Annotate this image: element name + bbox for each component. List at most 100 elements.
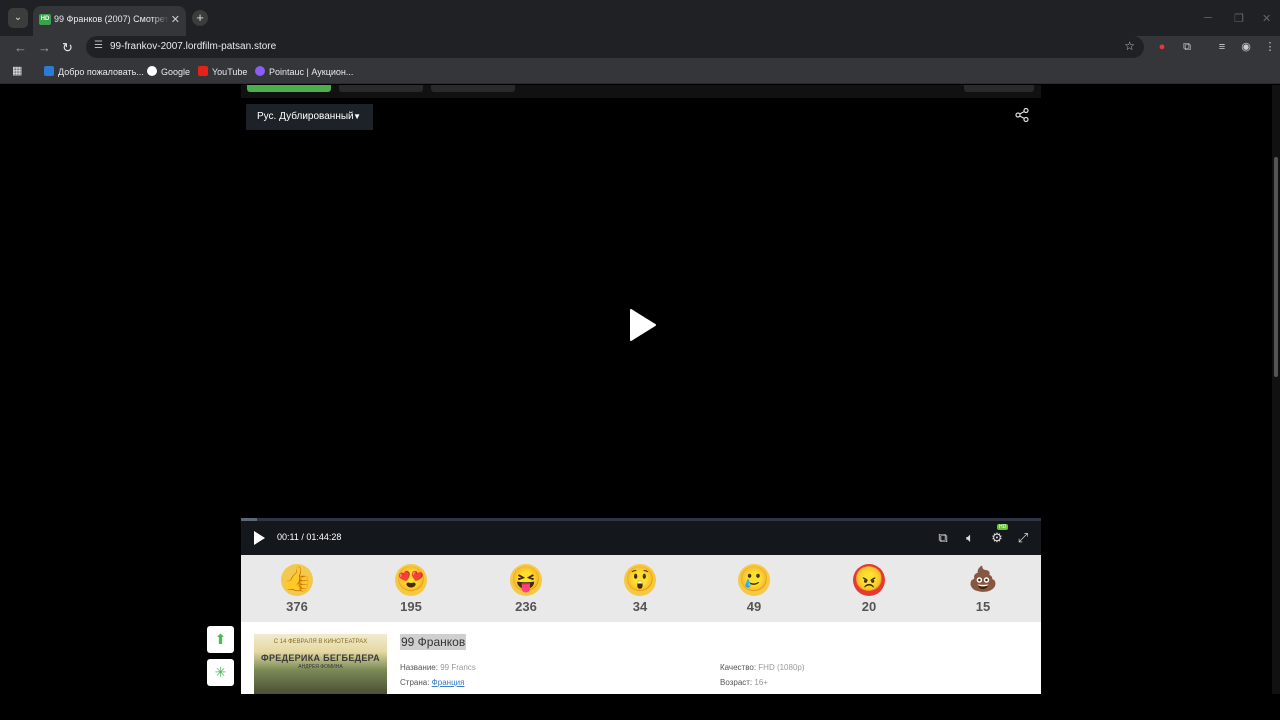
pointauc-icon: [255, 66, 265, 76]
extensions-puzzle-icon[interactable]: ⧉: [1180, 40, 1194, 54]
player-tab[interactable]: [339, 85, 423, 92]
address-bar[interactable]: ☰ 99-frankov-2007.lordfilm-patsan.store …: [86, 36, 1144, 58]
bookmark-label: Google: [161, 67, 191, 77]
page-scrollbar[interactable]: [1272, 85, 1280, 694]
big-play-icon[interactable]: [629, 308, 657, 342]
audio-track-select[interactable]: Рус. Дублированный ▼: [246, 104, 373, 130]
reaction-count: 195: [400, 599, 422, 614]
field-name: Название: 99 Francs: [400, 663, 476, 672]
player-controls: 00:11 / 01:44:28 ⧉ 🔈︎ ⚙ HD ⤢: [241, 521, 1041, 555]
bookmarks-bar: ▦ Добро пожаловать... Google YouTube Poi…: [0, 60, 1280, 84]
reaction-count: 376: [286, 599, 308, 614]
field-label: Возраст:: [720, 678, 753, 687]
browser-toolbar: ← → ↻ ☰ 99-frankov-2007.lordfilm-patsan.…: [0, 36, 1280, 60]
reactions-bar: 👍 376 😍 195 😝 236 😲 34 🥲 49 😠 20 💩 15: [241, 555, 1041, 622]
laugh-emoji-icon: 😝: [510, 564, 542, 596]
bookmark-youtube[interactable]: YouTube: [198, 66, 247, 77]
reaction-laugh[interactable]: 😝 236: [496, 564, 556, 614]
reaction-count: 20: [861, 599, 877, 614]
restore-icon[interactable]: ❐: [1234, 12, 1244, 25]
tab-bar: ⌄ HD 99 Франков (2007) Смотреть О ✕ + ─ …: [0, 0, 1280, 36]
profile-avatar-icon[interactable]: ◉: [1239, 40, 1253, 54]
settings-gear-icon[interactable]: ⚙: [988, 529, 1006, 547]
tab-title: 99 Франков (2007) Смотреть О: [54, 14, 169, 24]
wow-emoji-icon: 😲: [624, 564, 656, 596]
field-age: Возраст: 16+: [720, 678, 768, 687]
time-display: 00:11 / 01:44:28: [277, 532, 342, 542]
reaction-poop[interactable]: 💩 15: [953, 564, 1013, 614]
reaction-count: 236: [515, 599, 537, 614]
chevron-down-icon: ▼: [353, 112, 361, 121]
bookmark-pointauc[interactable]: Pointauc | Аукцион...: [255, 66, 353, 77]
field-quality: Качество: FHD (1080p): [720, 663, 805, 672]
reaction-love[interactable]: 😍 195: [381, 564, 441, 614]
poop-emoji-icon: 💩: [968, 566, 998, 593]
reaction-count: 15: [975, 599, 991, 614]
reaction-count: 34: [632, 599, 648, 614]
fullscreen-icon[interactable]: ⤢: [1014, 529, 1032, 547]
share-icon[interactable]: [1015, 108, 1029, 122]
player-tabs-strip: [241, 85, 1041, 98]
bookmark-label: Pointauc | Аукцион...: [269, 67, 354, 77]
field-value: 16+: [754, 678, 768, 687]
bookmark-label: Добро пожаловать...: [58, 67, 144, 77]
site-info-icon[interactable]: ☰: [94, 40, 103, 51]
url-text[interactable]: 99-frankov-2007.lordfilm-patsan.store: [110, 41, 276, 52]
movie-poster[interactable]: С 14 ФЕВРАЛЯ В КИНОТЕАТРАХ ФРЕДЕРИКА БЕГ…: [254, 634, 387, 694]
tab-favicon-icon: HD: [39, 14, 51, 25]
snowflake-button[interactable]: ✳: [207, 659, 234, 686]
new-tab-button[interactable]: +: [192, 10, 208, 26]
field-value: 99 Francs: [440, 663, 476, 672]
google-icon: [147, 66, 157, 76]
menu-kebab-icon[interactable]: ⋮: [1263, 40, 1277, 54]
audio-track-label: Рус. Дублированный: [257, 111, 354, 122]
reload-icon[interactable]: ↻: [62, 40, 73, 56]
quality-badge: HD: [997, 524, 1009, 530]
page-content: Рус. Дублированный ▼ 00:11 / 01:44:28 ⧉ …: [0, 85, 1280, 694]
field-label: Название:: [400, 663, 438, 672]
poster-text: АНДРЕЯ ФОМИНА: [298, 664, 343, 670]
movie-title: 99 Франков: [400, 634, 467, 650]
scroll-thumb[interactable]: [1274, 157, 1278, 377]
like-emoji-icon: 👍: [281, 564, 313, 596]
close-icon[interactable]: ✕: [171, 13, 180, 26]
field-label: Качество:: [720, 663, 757, 672]
extension-red-icon[interactable]: ●: [1155, 40, 1169, 54]
reaction-like[interactable]: 👍 376: [267, 564, 327, 614]
picture-in-picture-icon[interactable]: ⧉: [934, 529, 952, 547]
reaction-sad[interactable]: 🥲 49: [724, 564, 784, 614]
back-icon[interactable]: ←: [14, 40, 27, 55]
window-close-icon[interactable]: ✕: [1262, 12, 1271, 25]
reaction-angry[interactable]: 😠 20: [839, 564, 899, 614]
reaction-wow[interactable]: 😲 34: [610, 564, 670, 614]
field-country: Страна: Франция: [400, 678, 464, 687]
minimize-icon[interactable]: ─: [1204, 12, 1212, 24]
movie-info: С 14 ФЕВРАЛЯ В КИНОТЕАТРАХ ФРЕДЕРИКА БЕГ…: [241, 622, 1041, 694]
field-label: Страна:: [400, 678, 430, 687]
active-tab[interactable]: HD 99 Франков (2007) Смотреть О ✕: [33, 6, 186, 36]
media-control-icon[interactable]: ≡: [1215, 40, 1229, 54]
angry-emoji-icon: 😠: [853, 564, 885, 596]
player-tab[interactable]: [431, 85, 515, 92]
sad-emoji-icon: 🥲: [738, 564, 770, 596]
poster-text: ФРЕДЕРИКА БЕГБЕДЕРА: [261, 653, 380, 663]
volume-icon[interactable]: 🔈︎: [961, 529, 979, 547]
love-emoji-icon: 😍: [395, 564, 427, 596]
player-tab[interactable]: [964, 85, 1034, 92]
bookmark-label: YouTube: [212, 67, 248, 77]
bookmark-google[interactable]: Google: [147, 66, 190, 77]
field-value: FHD (1080p): [758, 663, 805, 672]
play-icon[interactable]: [253, 530, 266, 546]
country-link[interactable]: Франция: [432, 678, 465, 687]
youtube-icon: [198, 66, 208, 76]
reaction-count: 49: [746, 599, 762, 614]
bookmark-vk[interactable]: Добро пожаловать...: [44, 66, 144, 77]
video-player[interactable]: Рус. Дублированный ▼ 00:11 / 01:44:28 ⧉ …: [241, 98, 1041, 555]
bookmark-star-icon[interactable]: ☆: [1124, 39, 1135, 53]
player-tab-active[interactable]: [247, 85, 331, 92]
apps-grid-icon[interactable]: ▦: [12, 64, 22, 77]
vk-icon: [44, 66, 54, 76]
forward-icon[interactable]: →: [38, 40, 51, 55]
scroll-up-button[interactable]: ⬆: [207, 626, 234, 653]
tab-search-button[interactable]: ⌄: [8, 8, 28, 28]
